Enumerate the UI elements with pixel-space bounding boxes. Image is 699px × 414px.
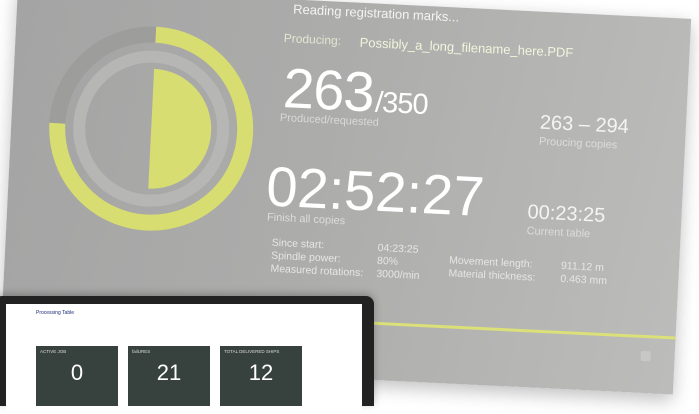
tile-label: failURES: [132, 349, 151, 354]
tile-label: ACTIVE JOB: [40, 349, 67, 354]
copies-range-value: 263 – 294: [539, 111, 630, 138]
finish-time-label: Finish all copies: [266, 211, 346, 228]
progress-ring: [49, 26, 254, 231]
since-start-label: Since start:: [271, 236, 325, 252]
spindle-power-value: 80%: [376, 254, 399, 268]
current-table-label: Current table: [526, 225, 591, 241]
producing-label: Producing:: [283, 31, 342, 48]
laptop-page-title: Processing Table: [36, 310, 74, 316]
tile-label: TOTAL DELIVERED SHIPS: [224, 349, 280, 354]
copies-range-label: Proucing copies: [538, 135, 618, 152]
measured-rotations-value: 3000/min: [376, 267, 420, 282]
tile-value: 21: [156, 360, 182, 385]
since-start-value: 04:23:25: [377, 241, 419, 256]
material-thickness-value: 0.463 mm: [560, 272, 608, 288]
tile-value: 0: [70, 360, 84, 385]
producing-filename: Possibly_a_long_filename_here.PDF: [359, 34, 574, 61]
current-table-time: 00:23:25: [527, 201, 606, 227]
stat-tile[interactable]: failURES 21: [128, 346, 210, 406]
status-message: Reading registration marks...: [292, 1, 460, 25]
movement-length-value: 911.12 m: [560, 259, 605, 274]
laptop-screen: Processing Table ACTIVE JOB 0 failURES 2…: [6, 304, 362, 414]
stat-tile[interactable]: ACTIVE JOB 0: [36, 346, 118, 406]
stat-tile[interactable]: TOTAL DELIVERED SHIPS 12: [220, 346, 302, 406]
tile-value: 12: [248, 360, 274, 385]
corner-button[interactable]: [640, 350, 651, 362]
requested-value: /350: [374, 86, 429, 122]
measured-rotations-label: Measured rotations:: [270, 262, 364, 280]
laptop: Processing Table ACTIVE JOB 0 failURES 2…: [0, 296, 374, 414]
